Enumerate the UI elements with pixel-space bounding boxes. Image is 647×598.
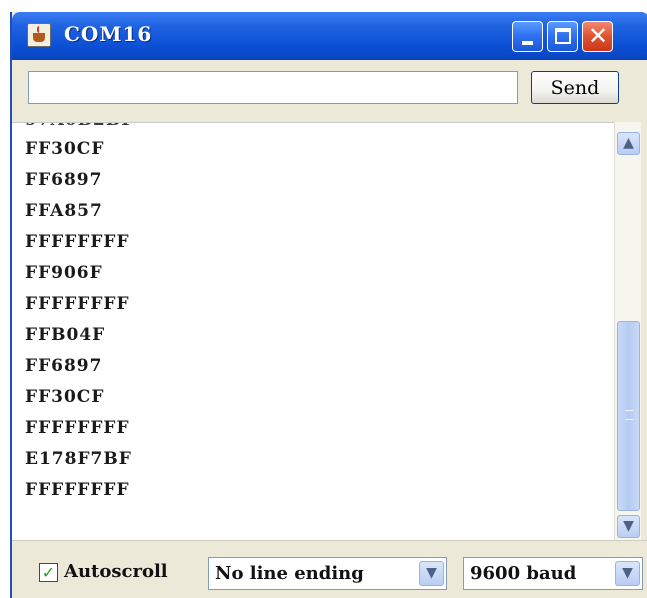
java-app-icon bbox=[27, 23, 51, 47]
java-steam bbox=[37, 26, 42, 33]
autoscroll-label[interactable]: Autoscroll bbox=[64, 561, 168, 582]
autoscroll-checkbox[interactable]: ✓ bbox=[39, 563, 58, 582]
output-line: E178F7BF bbox=[25, 449, 132, 469]
output-line: FF906F bbox=[25, 263, 103, 283]
close-icon: ✕ bbox=[587, 22, 609, 50]
send-input[interactable] bbox=[28, 71, 518, 104]
output-line: FFFFFFFF bbox=[25, 418, 130, 438]
output-line: FF30CF bbox=[25, 139, 105, 159]
scrollbar-thumb[interactable] bbox=[617, 321, 640, 511]
output-line: FFB04F bbox=[25, 325, 106, 345]
line-ending-value: No line ending bbox=[215, 563, 364, 584]
output-line: 97A0B2BF bbox=[25, 123, 134, 130]
title-bar[interactable]: COM16 ✕ bbox=[12, 12, 647, 60]
minimize-button[interactable] bbox=[512, 21, 543, 52]
output-line: FF6897 bbox=[25, 356, 103, 376]
send-row: Send bbox=[12, 60, 647, 122]
maximize-button[interactable] bbox=[547, 21, 578, 52]
scroll-down-icon[interactable]: ▼ bbox=[617, 515, 640, 538]
bottom-bar: ✓ Autoscroll No line ending ▼ 9600 baud … bbox=[12, 540, 647, 598]
java-cup bbox=[33, 33, 45, 42]
baud-rate-select[interactable]: 9600 baud ▼ bbox=[463, 557, 643, 590]
output-line: FFFFFFFF bbox=[25, 294, 130, 314]
baud-rate-value: 9600 baud bbox=[470, 563, 577, 584]
minimize-icon bbox=[522, 41, 533, 45]
output-line: FFFFFFFF bbox=[25, 480, 130, 500]
scrollbar-grip bbox=[625, 410, 633, 420]
dropdown-arrow-icon[interactable]: ▼ bbox=[419, 561, 444, 586]
dropdown-arrow-icon[interactable]: ▼ bbox=[615, 561, 640, 586]
serial-monitor-window: COM16 ✕ Send 97A0B2BF FF30CF FF6897 FFA8… bbox=[10, 12, 647, 598]
close-button[interactable]: ✕ bbox=[582, 21, 613, 52]
output-line: FFA857 bbox=[25, 201, 103, 221]
line-ending-select[interactable]: No line ending ▼ bbox=[208, 557, 447, 590]
send-button[interactable]: Send bbox=[531, 71, 619, 104]
maximize-icon bbox=[555, 28, 571, 44]
vertical-scrollbar[interactable]: ▲ ▼ bbox=[614, 122, 641, 540]
scroll-up-icon[interactable]: ▲ bbox=[617, 132, 640, 155]
window-title: COM16 bbox=[64, 22, 153, 46]
checkmark-icon: ✓ bbox=[41, 563, 56, 582]
output-line: FF30CF bbox=[25, 387, 105, 407]
output-line: FF6897 bbox=[25, 170, 103, 190]
output-line: FFFFFFFF bbox=[25, 232, 130, 252]
serial-output[interactable]: 97A0B2BF FF30CF FF6897 FFA857 FFFFFFFF F… bbox=[12, 122, 614, 540]
